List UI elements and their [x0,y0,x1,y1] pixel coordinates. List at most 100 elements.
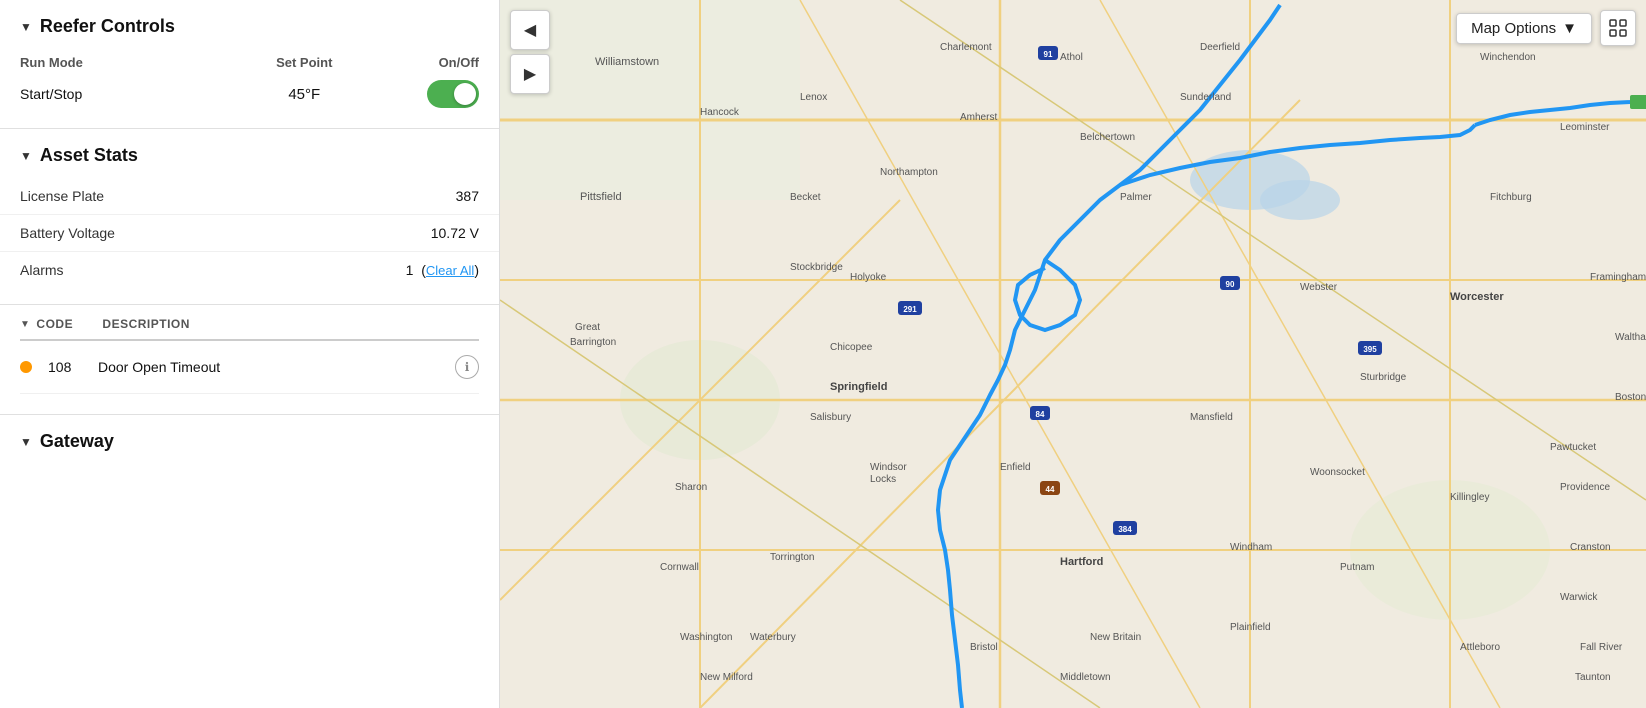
reefer-data-row: Start/Stop 45°F [0,76,499,116]
svg-text:Athol: Athol [1060,52,1083,63]
map-options-label: Map Options [1471,20,1556,37]
svg-text:Torrington: Torrington [770,552,814,563]
svg-text:New Britain: New Britain [1090,632,1141,643]
alarms-section: ▼ CODE DESCRIPTION 108 Door Open Timeout… [0,305,499,415]
license-plate-label: License Plate [20,188,456,204]
svg-text:44: 44 [1046,485,1055,494]
svg-text:Mansfield: Mansfield [1190,412,1233,423]
svg-text:90: 90 [1226,280,1235,289]
svg-text:Middletown: Middletown [1060,672,1111,683]
svg-text:Putnam: Putnam [1340,562,1374,573]
svg-text:Salisbury: Salisbury [810,412,851,423]
map-expand-button[interactable] [1600,10,1636,46]
svg-text:Providence: Providence [1560,482,1610,493]
gateway-header[interactable]: ▼ Gateway [0,415,499,464]
svg-text:Locks: Locks [870,474,896,485]
svg-text:291: 291 [903,305,917,314]
svg-text:Waterbury: Waterbury [750,632,796,643]
svg-text:Belchertown: Belchertown [1080,132,1135,143]
alarms-label: Alarms [20,262,406,278]
svg-text:Hancock: Hancock [700,107,740,118]
alarms-sort-triangle: ▼ [20,319,30,330]
alarm-dot-0 [20,361,32,373]
description-column-header: DESCRIPTION [102,317,479,331]
expand-icon [1609,19,1627,37]
gateway-triangle: ▼ [20,435,32,449]
svg-text:Woonsocket: Woonsocket [1310,467,1365,478]
alarm-code-0: 108 [48,359,98,375]
reefer-controls-triangle: ▼ [20,20,32,34]
svg-text:395: 395 [1363,345,1377,354]
svg-text:Holyoke: Holyoke [850,272,887,283]
svg-text:Lenox: Lenox [800,92,827,103]
svg-text:Framingham: Framingham [1590,272,1646,283]
svg-text:Taunton: Taunton [1575,672,1611,683]
svg-text:Worcester: Worcester [1450,291,1504,303]
svg-text:Warwick: Warwick [1560,592,1598,603]
svg-text:Williamstown: Williamstown [595,56,659,68]
svg-text:Attleboro: Attleboro [1460,642,1500,653]
gateway-section: ▼ Gateway [0,415,499,464]
alarms-value: 1 (Clear All) [406,262,479,278]
map-area: ◀ ▶ Map Options ▼ [500,0,1646,708]
set-point-col-header: Set Point [210,55,400,70]
play-button[interactable]: ▶ [510,54,550,94]
clear-all-link[interactable]: Clear All [426,263,474,278]
svg-text:Webster: Webster [1300,282,1338,293]
battery-voltage-label: Battery Voltage [20,225,431,241]
on-off-col-header: On/Off [399,55,479,70]
map-options-button[interactable]: Map Options ▼ [1456,13,1592,44]
reefer-controls-section: ▼ Reefer Controls Run Mode Set Point On/… [0,0,499,129]
reefer-column-headers: Run Mode Set Point On/Off [0,49,499,76]
alarms-count: 1 [406,262,414,278]
asset-stats-header[interactable]: ▼ Asset Stats [0,129,499,178]
svg-text:91: 91 [1044,50,1053,59]
license-plate-value: 387 [456,188,479,204]
on-off-toggle-container [399,80,479,108]
toggle-thumb [454,83,476,105]
alarms-row: Alarms 1 (Clear All) [0,252,499,288]
svg-text:Sharon: Sharon [675,482,707,493]
svg-text:Sturbridge: Sturbridge [1360,372,1407,383]
alarm-info-icon-0[interactable]: ℹ [455,355,479,379]
code-column-header: CODE [36,317,96,331]
svg-text:Enfield: Enfield [1000,462,1031,473]
alarms-table-header[interactable]: ▼ CODE DESCRIPTION [20,305,479,341]
map-top-left-controls: ◀ ▶ [510,10,550,94]
asset-stats-title: Asset Stats [40,145,138,166]
run-mode-col-header: Run Mode [20,55,210,70]
svg-text:Waltham: Waltham [1615,332,1646,343]
battery-voltage-value: 10.72 V [431,225,479,241]
svg-text:Pawtucket: Pawtucket [1550,442,1596,453]
svg-text:Washington: Washington [680,632,732,643]
gateway-title: Gateway [40,431,114,452]
on-off-toggle[interactable] [427,80,479,108]
svg-text:Becket: Becket [790,192,821,203]
svg-text:Amherst: Amherst [960,112,997,123]
svg-text:Cornwall: Cornwall [660,562,699,573]
svg-text:Hartford: Hartford [1060,556,1103,568]
svg-text:Great: Great [575,322,600,333]
svg-text:Springfield: Springfield [830,381,887,393]
reefer-controls-header[interactable]: ▼ Reefer Controls [0,0,499,49]
svg-text:Charlemont: Charlemont [940,42,992,53]
svg-text:Plainfield: Plainfield [1230,622,1271,633]
svg-text:384: 384 [1118,525,1132,534]
alarm-row-0: 108 Door Open Timeout ℹ [20,341,479,394]
asset-stats-triangle: ▼ [20,149,32,163]
svg-text:Palmer: Palmer [1120,192,1152,203]
left-panel: ▼ Reefer Controls Run Mode Set Point On/… [0,0,500,708]
back-button[interactable]: ◀ [510,10,550,50]
svg-text:Pittsfield: Pittsfield [580,191,622,203]
map-options-chevron: ▼ [1562,20,1577,37]
svg-text:Leominster: Leominster [1560,122,1610,133]
toggle-track [427,80,479,108]
svg-text:Stockbridge: Stockbridge [790,262,843,273]
svg-text:Sunderland: Sunderland [1180,92,1231,103]
svg-text:Fall River: Fall River [1580,642,1623,653]
svg-text:New Milford: New Milford [700,672,753,683]
svg-text:Boston: Boston [1615,392,1646,403]
svg-text:Fitchburg: Fitchburg [1490,192,1532,203]
svg-text:Windsor: Windsor [870,462,907,473]
set-point-value: 45°F [210,86,400,103]
